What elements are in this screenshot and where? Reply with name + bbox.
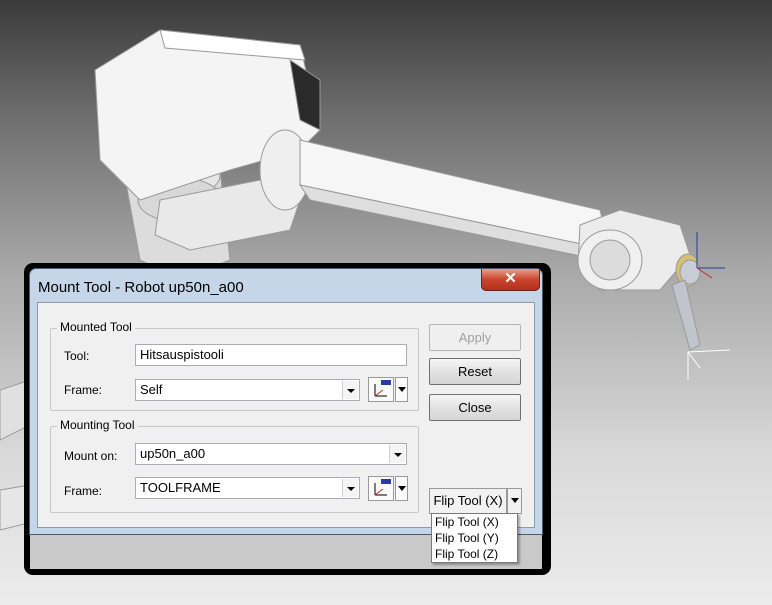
mounted-tool-group: Mounted Tool Tool: Hitsauspistooli Frame… <box>50 320 419 411</box>
chevron-down-icon[interactable] <box>342 479 358 497</box>
tool-field[interactable]: Hitsauspistooli <box>135 344 407 366</box>
frame-axes-gizmo <box>687 232 731 380</box>
tool-label: Tool: <box>64 349 90 363</box>
dialog-title: Mount Tool - Robot up50n_a00 <box>38 279 244 296</box>
mounted-frame-select[interactable]: Self <box>135 379 360 401</box>
mount-on-select[interactable]: up50n_a00 <box>135 443 407 465</box>
mounted-frame-pick-button[interactable] <box>368 377 408 402</box>
mounting-tool-group-label: Mounting Tool <box>57 418 138 432</box>
menu-item-flip-x[interactable]: Flip Tool (X) <box>435 515 499 529</box>
mounted-frame-value: Self <box>140 382 163 397</box>
chevron-down-icon[interactable] <box>342 381 358 399</box>
mounted-frame-label: Frame: <box>64 383 103 397</box>
close-window-button[interactable]: ✕ <box>481 269 540 291</box>
menu-item-flip-z[interactable]: Flip Tool (Z) <box>435 547 498 561</box>
frame-axes-icon[interactable] <box>368 476 394 501</box>
mounting-frame-value: TOOLFRAME <box>140 480 221 495</box>
mounting-frame-label: Frame: <box>64 484 103 498</box>
flip-tool-split-button[interactable]: Flip Tool (X) <box>429 488 522 514</box>
close-icon: ✕ <box>504 270 517 287</box>
mount-on-value: up50n_a00 <box>140 446 206 461</box>
mounting-frame-pick-button[interactable] <box>368 476 408 501</box>
frame-menu-dropdown[interactable] <box>395 476 408 501</box>
frame-menu-dropdown[interactable] <box>395 377 408 402</box>
apply-button[interactable]: Apply <box>429 324 521 351</box>
chevron-down-icon[interactable] <box>389 445 405 463</box>
mounted-tool-group-label: Mounted Tool <box>57 320 135 334</box>
mount-tool-dialog: Mount Tool - Robot up50n_a00 ✕ Mounted T… <box>29 268 543 535</box>
menu-item-flip-y[interactable]: Flip Tool (Y) <box>435 531 499 545</box>
mount-on-label: Mount on: <box>64 449 118 463</box>
reset-button[interactable]: Reset <box>429 358 521 385</box>
mounting-tool-group: Mounting Tool Mount on: up50n_a00 Frame:… <box>50 418 419 513</box>
close-button[interactable]: Close <box>429 394 521 421</box>
frame-axes-icon[interactable] <box>368 377 394 402</box>
flip-tool-menu: Flip Tool (X) Flip Tool (Y) Flip Tool (Z… <box>431 513 518 563</box>
flip-tool-dropdown[interactable] <box>507 488 522 514</box>
mounting-frame-select[interactable]: TOOLFRAME <box>135 477 360 499</box>
flip-tool-button[interactable]: Flip Tool (X) <box>429 488 507 514</box>
dialog-client-area: Mounted Tool Tool: Hitsauspistooli Frame… <box>37 302 535 528</box>
